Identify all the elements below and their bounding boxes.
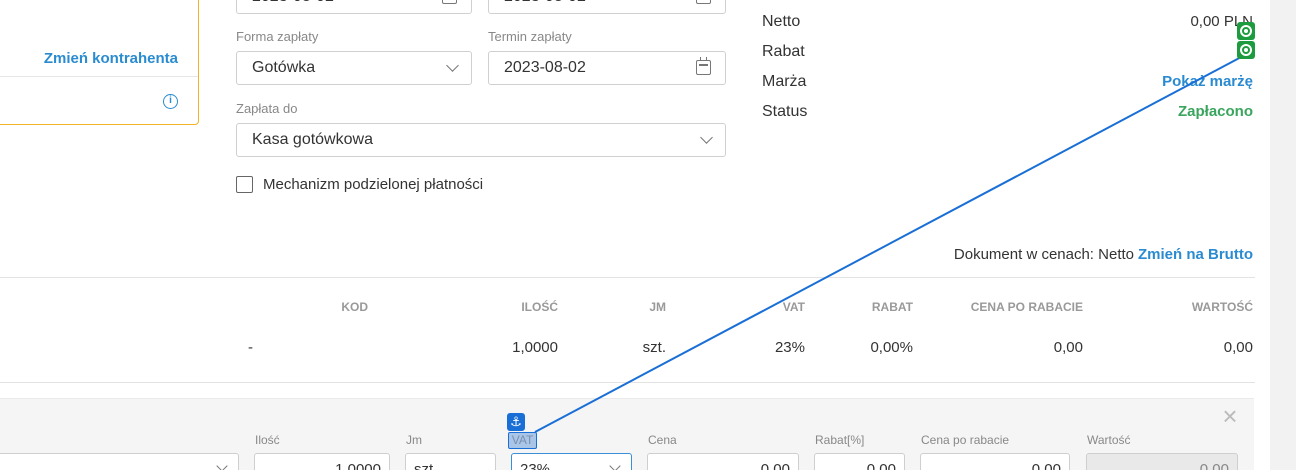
chevron-down-icon [609, 460, 621, 470]
cena-value: 0,00 [760, 461, 790, 470]
jm-label: Jm [406, 433, 422, 447]
pay-to-label: Zapłata do [236, 101, 298, 116]
chevron-down-icon [216, 460, 228, 470]
table-bottom-divider [0, 382, 1255, 383]
contractor-card: Zmień kontrahenta i [0, 0, 199, 125]
target-dot [1244, 29, 1248, 33]
jm-value: szt. [414, 461, 438, 470]
change-to-brutto-link[interactable]: Zmień na Brutto [1138, 246, 1253, 263]
rabat-label: Rabat [762, 43, 805, 60]
payment-due-label: Termin zapłaty [488, 29, 572, 44]
target-icon [1237, 22, 1255, 40]
wartosc-value: 0,00 [1199, 461, 1229, 470]
pay-to-select[interactable]: Kasa gotówkowa [236, 123, 726, 157]
ilosc-input[interactable]: 1,0000 [254, 453, 390, 470]
row-vat: 23% [774, 339, 805, 356]
info-icon[interactable]: i [163, 94, 178, 109]
row-cena-po-rabacie: 0,00 [1053, 339, 1083, 356]
payment-form-select[interactable]: Gotówka [236, 51, 472, 85]
row-rabat: 0,00% [870, 339, 913, 356]
sale-date-field[interactable]: 2023-08-02 [488, 0, 726, 14]
cena-po-rabacie-input[interactable]: 0,00 [920, 453, 1070, 470]
cena-po-rabacie-label: Cena po rabacie [921, 433, 1010, 447]
product-select[interactable] [0, 453, 239, 470]
chevron-down-icon [700, 131, 713, 144]
col-header-cena-po-rabacie[interactable]: CENA PO RABACIE [943, 300, 1083, 314]
vat-value: 23% [520, 461, 551, 470]
vat-select[interactable]: 23% [511, 453, 632, 470]
ilosc-label: Ilość [255, 433, 280, 447]
rabat-percent-label: Rabat[%] [815, 433, 865, 447]
split-payment-label[interactable]: Mechanizm podzielonej płatności [263, 176, 483, 193]
jm-input[interactable]: szt. [405, 453, 496, 470]
calendar-icon[interactable] [442, 0, 457, 4]
payment-due-field[interactable]: 2023-08-02 [488, 51, 726, 85]
rabat-percent-value: 0,00 [866, 461, 896, 470]
col-header-rabat[interactable]: RABAT [840, 300, 913, 314]
calendar-icon[interactable] [696, 57, 711, 75]
card-divider [0, 76, 198, 77]
col-header-wartosc[interactable]: WARTOŚĆ [1150, 300, 1253, 314]
col-header-jm[interactable]: JM [600, 300, 666, 314]
issue-date-value: 2023-08-02 [252, 0, 334, 5]
col-header-kod[interactable]: KOD [300, 300, 368, 314]
right-scroll-track[interactable] [1270, 0, 1296, 470]
col-header-vat[interactable]: VAT [740, 300, 805, 314]
ilosc-value: 1,0000 [335, 461, 381, 470]
row-jm: szt. [642, 339, 666, 356]
crosshair-dot [1244, 48, 1248, 52]
calendar-icon[interactable] [696, 0, 711, 4]
status-label: Status [762, 103, 808, 120]
crosshair-icon [1237, 41, 1255, 59]
anchor-icon: ⚓ [507, 413, 525, 431]
change-contractor-link[interactable]: Zmień kontrahenta [44, 50, 178, 67]
row-ilosc: 1,0000 [512, 339, 558, 356]
close-icon[interactable]: × [1219, 403, 1241, 429]
row-wartosc: 0,00 [1223, 339, 1253, 356]
row-kod: - [248, 339, 253, 356]
cena-input[interactable]: 0,00 [647, 453, 799, 470]
pay-to-value: Kasa gotówkowa [252, 131, 373, 148]
wartosc-label: Wartość [1087, 433, 1131, 447]
rabat-percent-input[interactable]: 0,00 [814, 453, 905, 470]
wartosc-input: 0,00 [1086, 453, 1238, 470]
issue-date-field[interactable]: 2023-08-02 [236, 0, 472, 14]
payment-due-value: 2023-08-02 [504, 59, 586, 76]
overlay-connector-line [534, 54, 1246, 433]
show-margin-link[interactable]: Pokaż marżę [1162, 73, 1253, 90]
marza-label: Marża [762, 73, 807, 90]
netto-label: Netto [762, 13, 801, 30]
table-top-divider [0, 277, 1255, 278]
cena-label: Cena [648, 433, 677, 447]
payment-form-value: Gotówka [252, 59, 316, 76]
payment-form-label: Forma zapłaty [236, 29, 319, 44]
col-header-ilosc[interactable]: ILOŚĆ [490, 300, 558, 314]
document-prices-text: Dokument w cenach: Netto [953, 246, 1134, 263]
document-prices: Dokument w cenach: Netto Zmień na Brutto [954, 246, 1253, 263]
split-payment-checkbox[interactable] [236, 176, 253, 193]
chevron-down-icon [446, 59, 459, 72]
vat-label-highlight: VAT [508, 432, 537, 449]
cena-po-rabacie-value: 0,00 [1031, 461, 1061, 470]
status-value: Zapłacono [1177, 103, 1253, 120]
sale-date-value: 2023-08-02 [504, 0, 586, 5]
